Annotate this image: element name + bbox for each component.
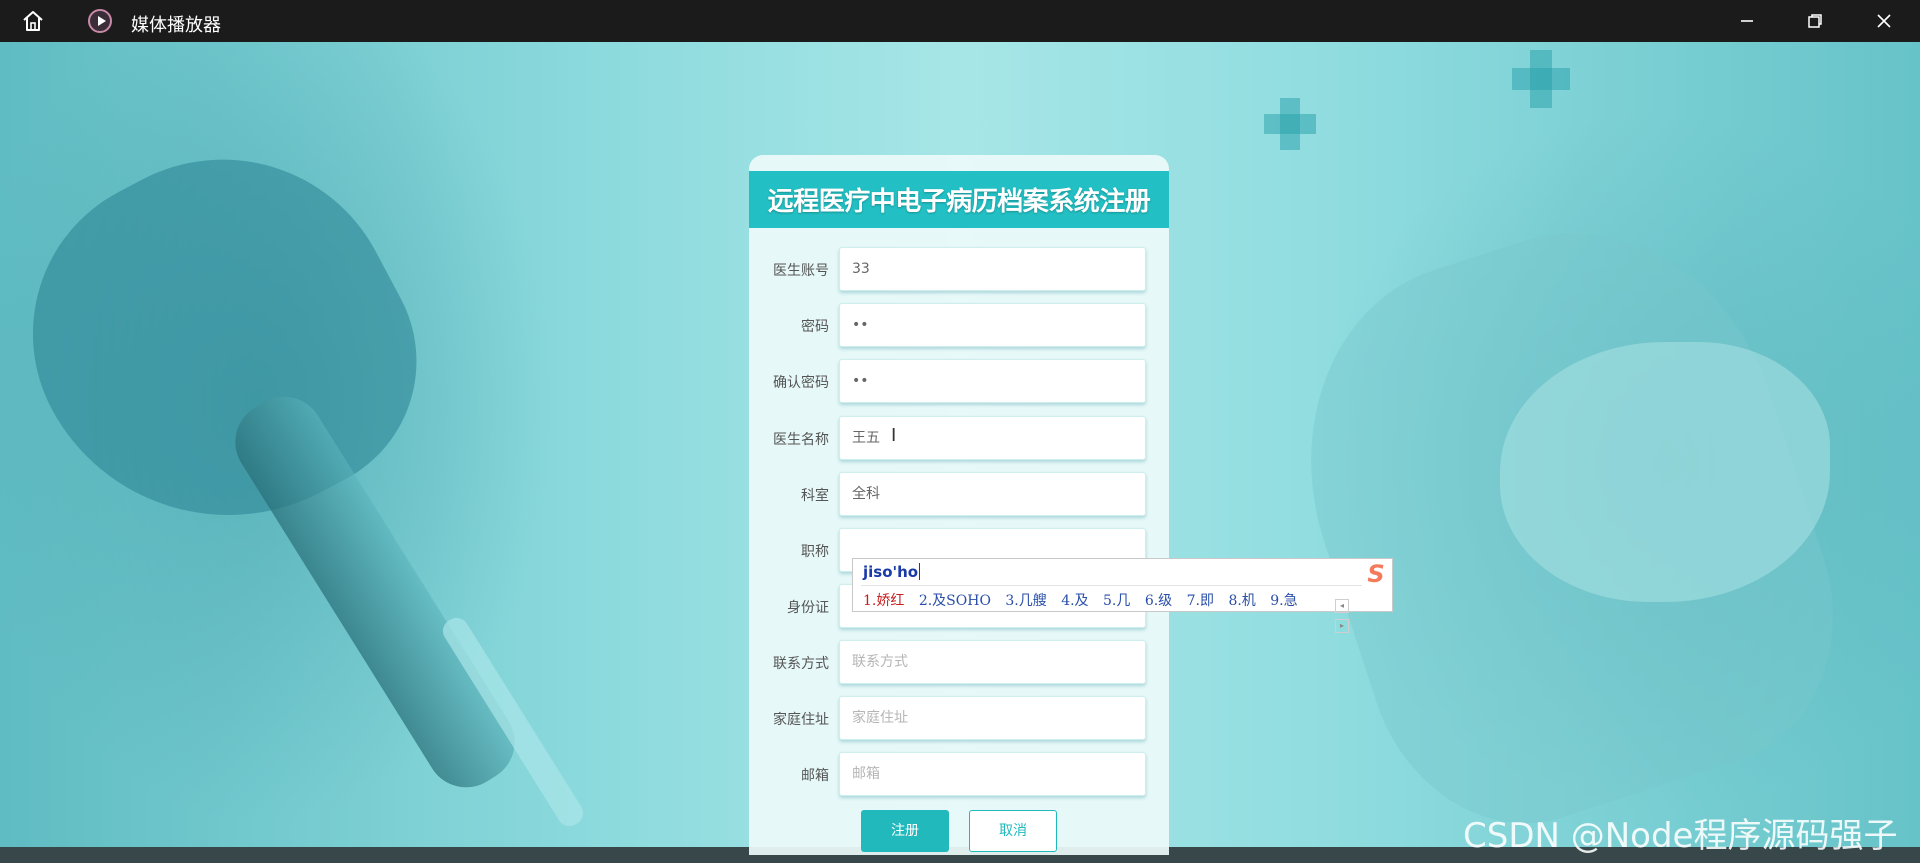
confirm-password-input[interactable]: •• — [839, 359, 1146, 403]
form-header: 远程医疗中电子病历档案系统注册 — [749, 171, 1169, 228]
app-title: 媒体播放器 — [131, 15, 221, 36]
field-row-doctor-account: 医生账号 33 — [749, 247, 1169, 293]
field-label: 身份证 — [787, 600, 829, 616]
play-circle-icon — [88, 9, 112, 33]
field-label: 确认密码 — [773, 375, 829, 391]
field-row-doctor-name: 医生名称 王五 — [749, 416, 1169, 462]
home-icon[interactable] — [20, 8, 46, 34]
page-next-icon[interactable]: ▸ — [1335, 619, 1349, 633]
page-prev-icon[interactable]: ◂ — [1335, 599, 1349, 613]
window-titlebar: 媒体播放器 — [0, 0, 1920, 42]
doctor-account-input[interactable]: 33 — [839, 247, 1146, 291]
minimize-icon[interactable] — [1734, 8, 1760, 34]
ime-candidate-list: 1.娇红 2.及SOHO 3.几艘 4.及 5.几 6.级 7.即 8.机 9.… — [863, 590, 1308, 610]
field-label: 密码 — [801, 319, 829, 335]
ime-candidate[interactable]: 9.急 — [1270, 593, 1297, 609]
form-title: 远程医疗中电子病历档案系统注册 — [767, 187, 1151, 217]
restore-icon[interactable] — [1802, 8, 1828, 34]
ime-candidate[interactable]: 4.及 — [1061, 593, 1088, 609]
field-label: 家庭住址 — [773, 712, 829, 728]
watermark: CSDN @Node程序源码强子 — [1463, 816, 1898, 856]
text-cursor-icon: I — [891, 425, 897, 446]
field-label: 医生账号 — [773, 263, 829, 279]
contact-input[interactable]: 联系方式 — [839, 640, 1146, 684]
ime-candidate[interactable]: 5.几 — [1103, 593, 1130, 609]
hand-shape — [1500, 342, 1830, 602]
ime-pager: ◂▸ — [1335, 593, 1363, 633]
register-button[interactable]: 注册 — [861, 810, 949, 852]
field-row-department: 科室 全科 — [749, 472, 1169, 518]
ime-candidate[interactable]: 1.娇红 — [863, 593, 904, 609]
cancel-button[interactable]: 取消 — [969, 810, 1057, 852]
email-input[interactable]: 邮箱 — [839, 752, 1146, 796]
ime-candidate[interactable]: 8.机 — [1228, 593, 1255, 609]
glove-shape — [0, 98, 464, 586]
ime-candidate[interactable]: 3.几艘 — [1005, 593, 1046, 609]
field-row-contact: 联系方式 联系方式 — [749, 640, 1169, 686]
field-label: 医生名称 — [773, 432, 829, 448]
ime-candidate-window: jiso'ho S 1.娇红 2.及SOHO 3.几艘 4.及 5.几 6.级 … — [852, 558, 1393, 633]
field-label: 科室 — [801, 488, 829, 504]
field-row-address: 家庭住址 家庭住址 — [749, 696, 1169, 742]
doctor-name-input[interactable]: 王五 — [839, 416, 1146, 460]
close-icon[interactable] — [1871, 8, 1897, 34]
field-label: 联系方式 — [773, 656, 829, 672]
department-input[interactable]: 全科 — [839, 472, 1146, 516]
field-row-email: 邮箱 邮箱 — [749, 752, 1169, 798]
ime-composition: jiso'ho — [863, 563, 919, 581]
ime-candidate[interactable]: 7.即 — [1187, 593, 1214, 609]
field-label: 职称 — [801, 544, 829, 560]
field-label: 邮箱 — [801, 768, 829, 784]
ime-candidate[interactable]: 6.级 — [1145, 593, 1172, 609]
password-input[interactable]: •• — [839, 303, 1146, 347]
field-row-password: 密码 •• — [749, 303, 1169, 349]
address-input[interactable]: 家庭住址 — [839, 696, 1146, 740]
ime-candidate[interactable]: 2.及SOHO — [919, 593, 991, 609]
field-row-confirm-password: 确认密码 •• — [749, 359, 1169, 405]
sogou-logo-icon[interactable]: S — [1361, 561, 1391, 587]
